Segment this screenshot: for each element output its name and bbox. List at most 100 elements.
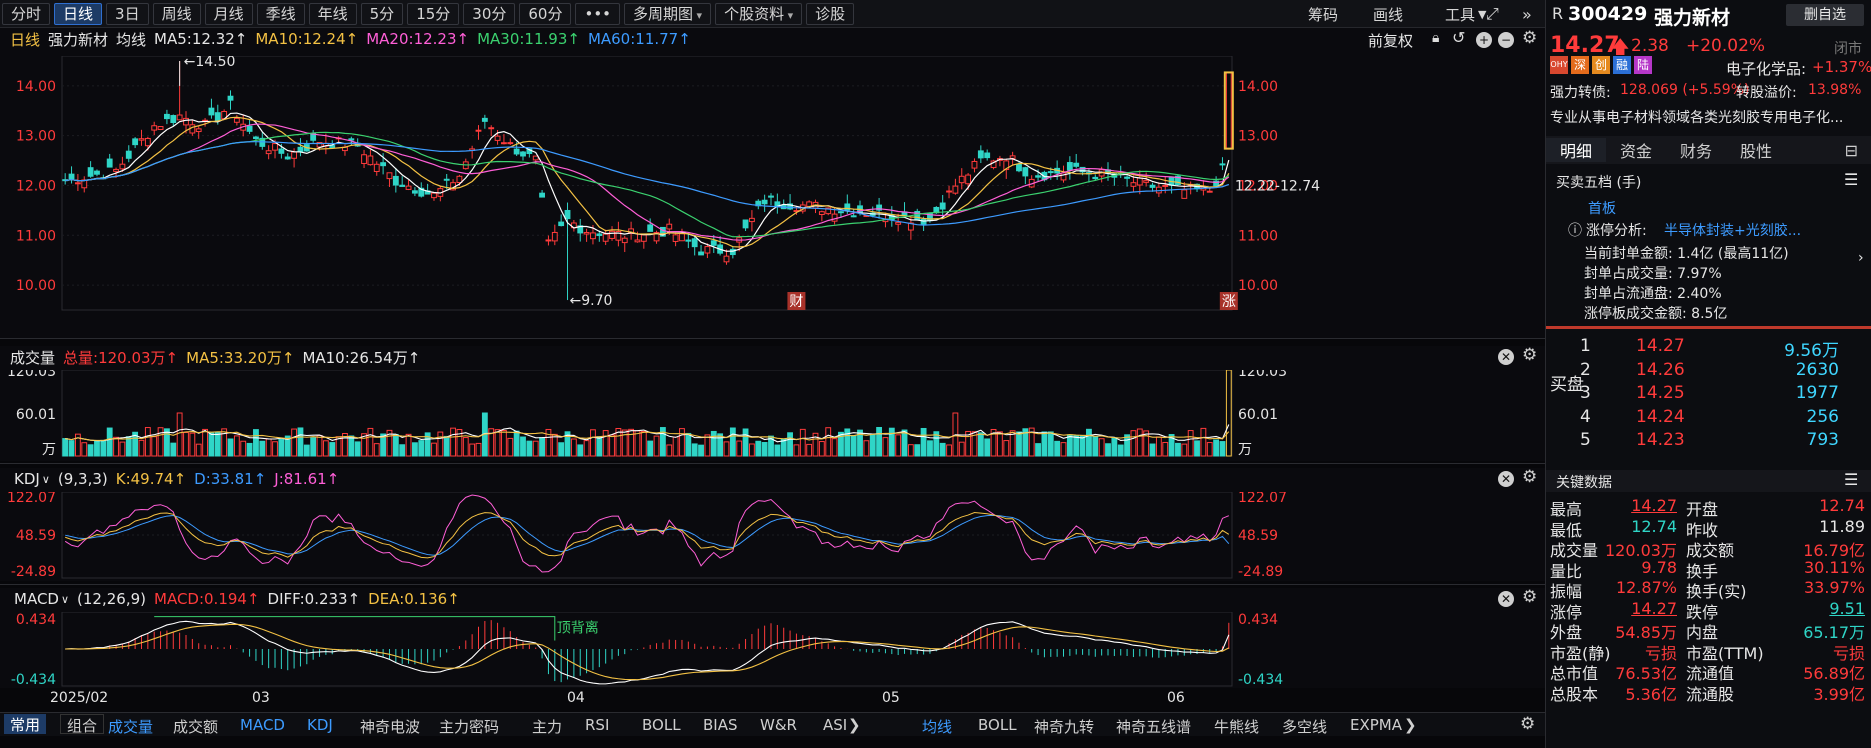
- bond-label[interactable]: 强力转债:: [1550, 82, 1611, 102]
- fullscreen-icon[interactable]: ⤢: [1486, 0, 1499, 28]
- bid-price[interactable]: 14.23: [1636, 430, 1685, 450]
- indicator-tab[interactable]: W&R: [760, 716, 797, 734]
- indicator-tab[interactable]: BOLL: [642, 716, 681, 734]
- tabs-next-icon[interactable]: ❯: [1404, 716, 1417, 734]
- macd-dea: DEA:0.136↑: [368, 590, 460, 608]
- volume-bar: [927, 440, 933, 457]
- kdj-title[interactable]: KDJ: [14, 470, 40, 488]
- period-button[interactable]: 5分: [360, 2, 404, 25]
- candle-body: [494, 135, 501, 141]
- bid-price[interactable]: 14.27: [1636, 336, 1685, 356]
- indicator-tab[interactable]: KDJ: [307, 716, 333, 734]
- tab-character[interactable]: 股性: [1726, 138, 1786, 162]
- kline-chart[interactable]: 14.00 14.0013.00 13.0012.00 12.0011.00 11.00…: [0, 56, 1545, 338]
- tabs-next-icon[interactable]: ❯: [848, 716, 861, 734]
- period-button[interactable]: 日线: [54, 2, 103, 25]
- gear-icon[interactable]: ⚙: [1522, 467, 1537, 487]
- volume-header: 成交量 总量:120.03万↑ MA5:33.20万↑ MA10:26.54万↑: [0, 346, 1545, 368]
- volume-bar: [914, 444, 921, 457]
- candle-body: [946, 190, 952, 193]
- adjust-toggle[interactable]: 前复权: [1368, 30, 1413, 51]
- collapse-right-icon[interactable]: »: [1522, 0, 1532, 28]
- period-button[interactable]: 3日: [106, 2, 149, 25]
- period-button[interactable]: 分时: [2, 2, 51, 25]
- menu-icon[interactable]: ☰: [1844, 170, 1858, 189]
- volume-bar: [119, 441, 126, 457]
- ma10-value: MA10:12.24↑: [255, 30, 359, 48]
- volume-bar: [1041, 431, 1048, 457]
- zoom-out-icon[interactable]: −: [1498, 32, 1514, 48]
- lock-icon[interactable]: 🔒︎: [1432, 30, 1439, 46]
- indicator-tab[interactable]: RSI: [585, 716, 609, 734]
- volume-bar: [570, 438, 577, 457]
- main-indicator-tab[interactable]: 牛熊线: [1214, 716, 1259, 737]
- indicator-tab[interactable]: 成交量: [108, 716, 153, 737]
- macd-title[interactable]: MACD: [14, 590, 59, 608]
- limit-analysis-link[interactable]: 半导体封装+光刻胶...: [1664, 220, 1801, 240]
- candle-body: [208, 107, 215, 116]
- gear-icon[interactable]: ⚙: [1522, 28, 1537, 48]
- period-button[interactable]: 周线: [152, 2, 201, 25]
- ma60-value: MA60:11.77↑: [587, 30, 691, 48]
- indicator-tab[interactable]: ASI: [823, 716, 847, 734]
- indicator-tab[interactable]: 主力: [532, 716, 562, 737]
- main-indicator-tab[interactable]: 神奇九转: [1034, 716, 1094, 737]
- period-button[interactable]: 年线: [308, 2, 357, 25]
- indicator-tab[interactable]: MACD: [240, 716, 285, 734]
- tab-common[interactable]: 常用: [4, 714, 47, 734]
- bid-price[interactable]: 14.25: [1636, 383, 1685, 403]
- indicator-tab[interactable]: BIAS: [703, 716, 738, 734]
- period-button[interactable]: 15分: [407, 2, 460, 25]
- ma-label[interactable]: 均线: [116, 29, 146, 50]
- tools-button[interactable]: 工具 ▼: [1445, 0, 1486, 28]
- close-icon[interactable]: ✕: [1498, 349, 1514, 365]
- period-button[interactable]: 月线: [204, 2, 253, 25]
- macd-chart[interactable]: 0.434 0.434 -0.434 -0.434 顶背离: [0, 612, 1545, 688]
- bid-price[interactable]: 14.26: [1636, 360, 1685, 380]
- gear-icon[interactable]: ⚙: [1522, 345, 1537, 365]
- indicator-tab[interactable]: 神奇电波: [360, 716, 420, 737]
- menu-icon[interactable]: ☰: [1844, 470, 1858, 489]
- layout-icon[interactable]: ⊟: [1831, 141, 1871, 160]
- close-icon[interactable]: ✕: [1498, 471, 1514, 487]
- close-icon[interactable]: ✕: [1498, 591, 1514, 607]
- volume-bar: [698, 444, 704, 457]
- period-button[interactable]: 季线: [256, 2, 305, 25]
- period-button[interactable]: •••: [575, 2, 621, 25]
- period-button[interactable]: 个股资料: [715, 2, 803, 25]
- draw-button[interactable]: 画线: [1373, 0, 1403, 28]
- period-button[interactable]: 60分: [519, 2, 572, 25]
- tab-capital[interactable]: 资金: [1606, 138, 1666, 162]
- company-description[interactable]: 专业从事电子材料领域各类光刻胶专用电子化...: [1550, 107, 1868, 127]
- main-indicator-tab[interactable]: 多空线: [1282, 716, 1327, 737]
- chips-button[interactable]: 筹码: [1308, 0, 1338, 28]
- indicator-tab[interactable]: 成交额: [173, 716, 218, 737]
- bid-price[interactable]: 14.24: [1636, 407, 1685, 427]
- chevron-right-icon[interactable]: ›: [1858, 250, 1864, 266]
- chevron-down-icon[interactable]: ∨: [61, 593, 69, 606]
- main-indicator-tab[interactable]: 均线: [922, 716, 952, 737]
- period-button[interactable]: 30分: [463, 2, 516, 25]
- chevron-down-icon[interactable]: ∨: [42, 473, 50, 486]
- volume-bar: [634, 430, 641, 457]
- sector-name[interactable]: 电子化学品:: [1726, 58, 1806, 79]
- main-indicator-tab[interactable]: BOLL: [978, 716, 1017, 734]
- zoom-in-icon[interactable]: +: [1476, 32, 1492, 48]
- gear-icon[interactable]: ⚙: [1520, 714, 1535, 734]
- volume-chart[interactable]: 120.03 120.03 60.01 60.01 万 万: [0, 370, 1545, 460]
- candle-body: [634, 239, 641, 243]
- undo-icon[interactable]: ↺: [1452, 28, 1465, 47]
- period-button[interactable]: 多周期图: [624, 2, 712, 25]
- period-button[interactable]: 诊股: [806, 2, 855, 25]
- volume-bar: [666, 444, 673, 457]
- tab-combo[interactable]: 组合: [60, 714, 105, 735]
- main-indicator-tab[interactable]: 神奇五线谱: [1116, 716, 1191, 737]
- indicator-tab[interactable]: 主力密码: [439, 716, 499, 737]
- remove-watchlist-button[interactable]: 删自选: [1786, 4, 1864, 26]
- main-indicator-tab[interactable]: EXPMA: [1350, 716, 1402, 734]
- tab-finance[interactable]: 财务: [1666, 138, 1726, 162]
- tab-detail[interactable]: 明细: [1546, 138, 1607, 162]
- kdj-chart[interactable]: 122.07 122.07 48.59 48.59 -24.89 -24.89: [0, 492, 1545, 580]
- gear-icon[interactable]: ⚙: [1522, 587, 1537, 607]
- kdj-header: KDJ ∨ (9,3,3) K:49.74↑ D:33.81↑ J:81.61↑: [0, 468, 1545, 490]
